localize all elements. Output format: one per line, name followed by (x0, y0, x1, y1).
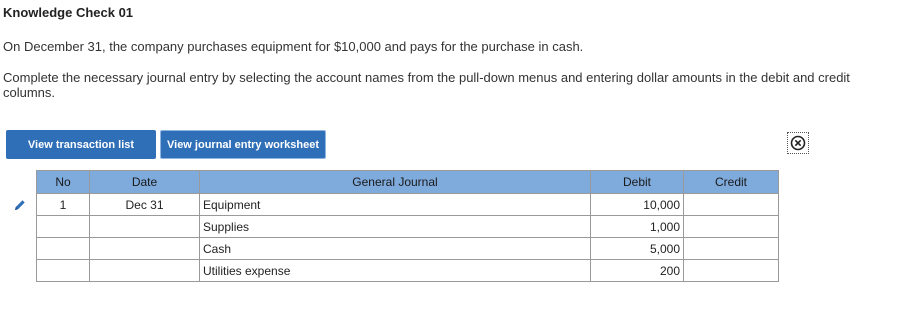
row-number (36, 237, 90, 260)
column-header-date: Date (89, 170, 200, 194)
row-date: Dec 31 (89, 193, 200, 216)
page-title: Knowledge Check 01 (3, 5, 134, 20)
close-button[interactable] (787, 132, 809, 154)
view-journal-entry-worksheet-button[interactable]: View journal entry worksheet (160, 130, 326, 159)
column-header-debit: Debit (590, 170, 684, 194)
row-date (89, 237, 200, 260)
credit-amount[interactable] (683, 193, 779, 216)
edit-cell (5, 237, 37, 260)
credit-amount[interactable] (683, 237, 779, 260)
table-row: 1 Dec 31 Equipment 10,000 (5, 193, 779, 216)
edit-column-header (5, 170, 37, 194)
account-name[interactable]: Equipment (199, 193, 591, 216)
debit-amount[interactable]: 10,000 (590, 193, 684, 216)
row-number (36, 215, 90, 238)
table-row: Supplies 1,000 (5, 215, 779, 238)
row-number: 1 (36, 193, 90, 216)
table-header-row: No Date General Journal Debit Credit (5, 170, 779, 194)
debit-amount[interactable]: 1,000 (590, 215, 684, 238)
account-name[interactable]: Cash (199, 237, 591, 260)
edit-cell (5, 215, 37, 238)
row-date (89, 215, 200, 238)
debit-amount[interactable]: 200 (590, 259, 684, 282)
row-date (89, 259, 200, 282)
pencil-icon[interactable] (13, 198, 27, 212)
edit-cell (5, 259, 37, 282)
credit-amount[interactable] (683, 259, 779, 282)
close-circle-icon (790, 135, 806, 151)
row-number (36, 259, 90, 282)
view-transaction-list-button[interactable]: View transaction list (6, 130, 156, 159)
column-header-no: No (36, 170, 90, 194)
edit-cell[interactable] (5, 193, 37, 216)
table-row: Cash 5,000 (5, 237, 779, 260)
column-header-general-journal: General Journal (199, 170, 591, 194)
debit-amount[interactable]: 5,000 (590, 237, 684, 260)
credit-amount[interactable] (683, 215, 779, 238)
instructions-text: Complete the necessary journal entry by … (3, 70, 850, 100)
question-text: On December 31, the company purchases eq… (3, 39, 584, 54)
column-header-credit: Credit (683, 170, 779, 194)
journal-table: No Date General Journal Debit Credit 1 D… (5, 170, 779, 282)
account-name[interactable]: Supplies (199, 215, 591, 238)
table-row: Utilities expense 200 (5, 259, 779, 282)
account-name[interactable]: Utilities expense (199, 259, 591, 282)
